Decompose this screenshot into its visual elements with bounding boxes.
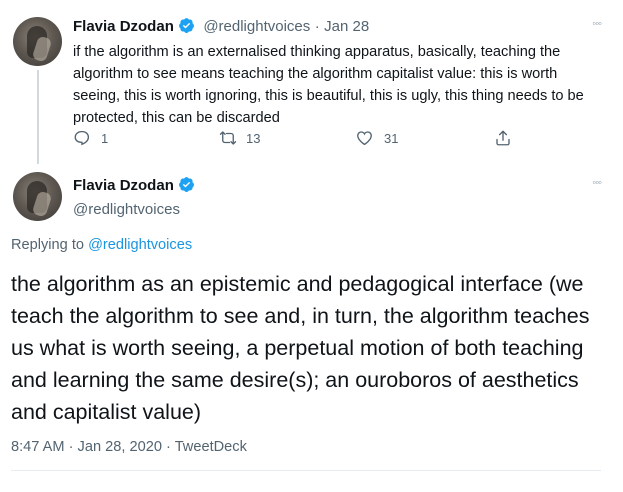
separator: · bbox=[166, 439, 171, 455]
thread-line bbox=[37, 70, 39, 164]
tweet-text: the algorithm as an epistemic and pedago… bbox=[11, 272, 590, 424]
replying-to-label: Replying to bbox=[11, 237, 85, 253]
share-button[interactable] bbox=[494, 129, 512, 147]
share-icon bbox=[494, 129, 512, 147]
replying-to: Replying to @redlightvoices bbox=[11, 237, 192, 253]
heart-icon bbox=[355, 129, 374, 147]
tweet-actions: 1 13 31 bbox=[73, 129, 533, 151]
replying-to-handle[interactable]: @redlightvoices bbox=[88, 237, 192, 253]
author-name[interactable]: Flavia Dzodan bbox=[73, 177, 174, 194]
avatar[interactable] bbox=[13, 172, 62, 221]
avatar[interactable] bbox=[13, 17, 62, 66]
retweet-count: 13 bbox=[246, 130, 261, 146]
tweet-meta: 8:47 AM · Jan 28, 2020 · TweetDeck bbox=[11, 439, 247, 455]
more-options-icon[interactable]: ◦◦◦ bbox=[592, 177, 602, 189]
reply-button[interactable]: 1 bbox=[73, 129, 108, 147]
divider bbox=[11, 470, 601, 471]
more-options-icon[interactable]: ◦◦◦ bbox=[592, 18, 602, 30]
tweet-full-date[interactable]: Jan 28, 2020 bbox=[78, 439, 162, 455]
separator: · bbox=[68, 439, 74, 455]
author-name[interactable]: Flavia Dzodan bbox=[73, 18, 174, 35]
author-handle[interactable]: @redlightvoices bbox=[73, 201, 195, 218]
reply-count: 1 bbox=[101, 130, 109, 146]
separator: · bbox=[314, 18, 320, 35]
author-handle[interactable]: @redlightvoices bbox=[203, 18, 310, 35]
verified-icon bbox=[178, 176, 195, 198]
retweet-button[interactable]: 13 bbox=[218, 129, 260, 147]
tweet-header: Flavia Dzodan @redlightvoices · Jan 28 bbox=[73, 17, 369, 39]
like-count: 31 bbox=[384, 130, 399, 146]
retweet-icon bbox=[218, 129, 238, 147]
author-block: Flavia Dzodan @redlightvoices bbox=[73, 176, 195, 218]
tweet-date[interactable]: Jan 28 bbox=[324, 18, 369, 35]
verified-icon bbox=[178, 17, 195, 39]
tweet-time[interactable]: 8:47 AM bbox=[11, 439, 65, 455]
tweet-source[interactable]: TweetDeck bbox=[175, 439, 247, 455]
like-button[interactable]: 31 bbox=[355, 129, 398, 147]
tweet-text: if the algorithm is an externalised thin… bbox=[73, 44, 584, 126]
reply-icon bbox=[73, 129, 91, 147]
